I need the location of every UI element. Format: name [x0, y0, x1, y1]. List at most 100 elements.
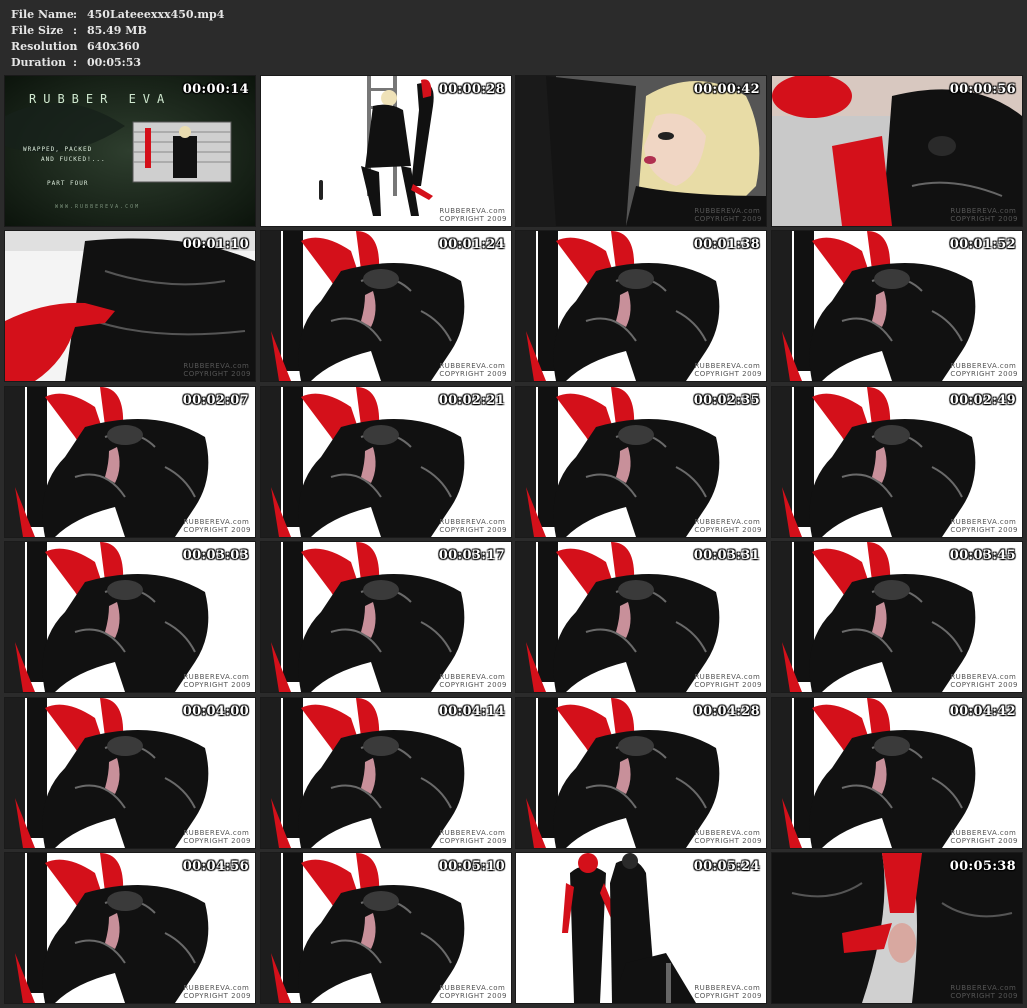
thumbnail[interactable]: RUBBEREVA.com COPYRIGHT 2009 00:00:28	[260, 75, 512, 227]
timestamp: 00:05:24	[693, 859, 760, 874]
watermark: RUBBEREVA.com COPYRIGHT 2009	[694, 207, 762, 223]
watermark: RUBBEREVA.com COPYRIGHT 2009	[694, 984, 762, 1000]
wrapped-scene-image	[772, 542, 1022, 692]
timestamp: 00:01:38	[693, 237, 760, 252]
watermark: RUBBEREVA.com COPYRIGHT 2009	[950, 984, 1018, 1000]
title-url: WWW.RUBBEREVA.COM	[55, 204, 141, 210]
thumbnail[interactable]: RUBBEREVA.com COPYRIGHT 2009 00:04:56	[4, 852, 256, 1004]
watermark: RUBBEREVA.com COPYRIGHT 2009	[439, 673, 507, 689]
timestamp: 00:00:14	[182, 82, 249, 97]
wrapped-scene-image	[261, 542, 511, 692]
wrapped-scene-image	[261, 853, 511, 1003]
info-separator: :	[73, 56, 78, 69]
wrapped-scene-image	[5, 387, 255, 537]
thumbnail[interactable]: RUBBEREVA.com COPYRIGHT 2009 00:00:42	[515, 75, 767, 227]
info-label: File Name	[11, 8, 74, 21]
watermark: RUBBEREVA.com COPYRIGHT 2009	[950, 673, 1018, 689]
watermark: RUBBEREVA.com COPYRIGHT 2009	[950, 207, 1018, 223]
resolution-value: 640x360	[87, 40, 140, 53]
timestamp: 00:04:56	[182, 859, 249, 874]
thumbnail[interactable]: RUBBEREVA.com COPYRIGHT 2009 00:03:03	[4, 541, 256, 693]
timestamp: 00:03:17	[438, 548, 505, 563]
timestamp: 00:00:42	[693, 82, 760, 97]
thumbnail[interactable]: RUBBER EVA WRAPPED, PACKED AND FUCKED!..…	[4, 75, 256, 227]
thumbnail[interactable]: RUBBEREVA.com COPYRIGHT 2009 00:01:10	[4, 230, 256, 382]
glove-scene-image	[5, 231, 255, 381]
thumbnail[interactable]: RUBBEREVA.com COPYRIGHT 2009 00:02:07	[4, 386, 256, 538]
thumbnail[interactable]: RUBBEREVA.com COPYRIGHT 2009 00:04:14	[260, 697, 512, 849]
thumbnail[interactable]: RUBBEREVA.com COPYRIGHT 2009 00:04:00	[4, 697, 256, 849]
thumbnail[interactable]: RUBBEREVA.com COPYRIGHT 2009 00:04:28	[515, 697, 767, 849]
info-label: File Size	[11, 24, 64, 37]
file-info: File Name : 450Lateeexxx450.mp4 File Siz…	[11, 7, 224, 71]
timestamp: 00:03:03	[182, 548, 249, 563]
thumbnail[interactable]: RUBBEREVA.com COPYRIGHT 2009 00:03:17	[260, 541, 512, 693]
portrait-scene-image	[516, 76, 766, 226]
wrapped-scene-image	[772, 231, 1022, 381]
wrapped-scene-image	[5, 853, 255, 1003]
closeup2-scene-image	[772, 853, 1022, 1003]
info-label: Duration	[11, 56, 67, 69]
title-brand: RUBBER EVA	[29, 92, 172, 106]
watermark: RUBBEREVA.com COPYRIGHT 2009	[950, 362, 1018, 378]
thumbnail[interactable]: RUBBEREVA.com COPYRIGHT 2009 00:03:45	[771, 541, 1023, 693]
thumbnail[interactable]: RUBBEREVA.com COPYRIGHT 2009 00:02:49	[771, 386, 1023, 538]
thumbnail[interactable]: RUBBEREVA.com COPYRIGHT 2009 00:01:24	[260, 230, 512, 382]
watermark: RUBBEREVA.com COPYRIGHT 2009	[183, 829, 251, 845]
timestamp: 00:04:00	[182, 704, 249, 719]
info-row: File Size : 85.49 MB	[11, 23, 224, 39]
thumbnail[interactable]: RUBBEREVA.com COPYRIGHT 2009 00:01:52	[771, 230, 1023, 382]
wrapped-scene-image	[772, 387, 1022, 537]
timestamp: 00:04:28	[693, 704, 760, 719]
watermark: RUBBEREVA.com COPYRIGHT 2009	[183, 984, 251, 1000]
watermark: RUBBEREVA.com COPYRIGHT 2009	[183, 673, 251, 689]
timestamp: 00:00:28	[438, 82, 505, 97]
wrapped-scene-image	[261, 698, 511, 848]
closeup-scene-image	[772, 76, 1022, 226]
thumbnail[interactable]: RUBBEREVA.com COPYRIGHT 2009 00:05:38	[771, 852, 1023, 1004]
thumbnail[interactable]: RUBBEREVA.com COPYRIGHT 2009 00:05:24	[515, 852, 767, 1004]
wrapped-scene-image	[516, 231, 766, 381]
file-name-value: 450Lateeexxx450.mp4	[87, 8, 225, 21]
timestamp: 00:01:10	[182, 237, 249, 252]
thumbnail[interactable]: RUBBEREVA.com COPYRIGHT 2009 00:01:38	[515, 230, 767, 382]
watermark: RUBBEREVA.com COPYRIGHT 2009	[694, 362, 762, 378]
info-row: File Name : 450Lateeexxx450.mp4	[11, 7, 224, 23]
wrapped-scene-image	[516, 542, 766, 692]
wrapped-scene-image	[261, 387, 511, 537]
title-part: PART FOUR	[47, 180, 89, 187]
ladder-scene-image	[261, 76, 511, 226]
info-row: Duration : 00:05:53	[11, 55, 224, 71]
info-label: Resolution	[11, 40, 78, 53]
thumbnail[interactable]: RUBBEREVA.com COPYRIGHT 2009 00:04:42	[771, 697, 1023, 849]
thumbnail-grid: RUBBER EVA WRAPPED, PACKED AND FUCKED!..…	[4, 75, 1023, 1004]
watermark: RUBBEREVA.com COPYRIGHT 2009	[439, 829, 507, 845]
timestamp: 00:01:24	[438, 237, 505, 252]
wrapped-scene-image	[772, 698, 1022, 848]
timestamp: 00:02:35	[693, 393, 760, 408]
watermark: RUBBEREVA.com COPYRIGHT 2009	[950, 829, 1018, 845]
timestamp: 00:02:49	[949, 393, 1016, 408]
thumbnail[interactable]: RUBBEREVA.com COPYRIGHT 2009 00:02:35	[515, 386, 767, 538]
timestamp: 00:04:14	[438, 704, 505, 719]
wrapped-scene-image	[261, 231, 511, 381]
file-size-value: 85.49 MB	[87, 24, 147, 37]
info-separator: :	[73, 40, 78, 53]
timestamp: 00:05:38	[949, 859, 1016, 874]
thumbnail[interactable]: RUBBEREVA.com COPYRIGHT 2009 00:03:31	[515, 541, 767, 693]
watermark: RUBBEREVA.com COPYRIGHT 2009	[950, 518, 1018, 534]
watermark: RUBBEREVA.com COPYRIGHT 2009	[694, 673, 762, 689]
thumbnail[interactable]: RUBBEREVA.com COPYRIGHT 2009 00:05:10	[260, 852, 512, 1004]
thumbnail[interactable]: RUBBEREVA.com COPYRIGHT 2009 00:00:56	[771, 75, 1023, 227]
watermark: RUBBEREVA.com COPYRIGHT 2009	[694, 829, 762, 845]
info-separator: :	[73, 8, 78, 21]
thumbnail[interactable]: RUBBEREVA.com COPYRIGHT 2009 00:02:21	[260, 386, 512, 538]
wrapped-scene-image	[516, 387, 766, 537]
standing-scene-image	[516, 853, 766, 1003]
watermark: RUBBEREVA.com COPYRIGHT 2009	[694, 518, 762, 534]
timestamp: 00:04:42	[949, 704, 1016, 719]
timestamp: 00:02:21	[438, 393, 505, 408]
timestamp: 00:01:52	[949, 237, 1016, 252]
duration-value: 00:05:53	[87, 56, 142, 69]
info-row: Resolution : 640x360	[11, 39, 224, 55]
